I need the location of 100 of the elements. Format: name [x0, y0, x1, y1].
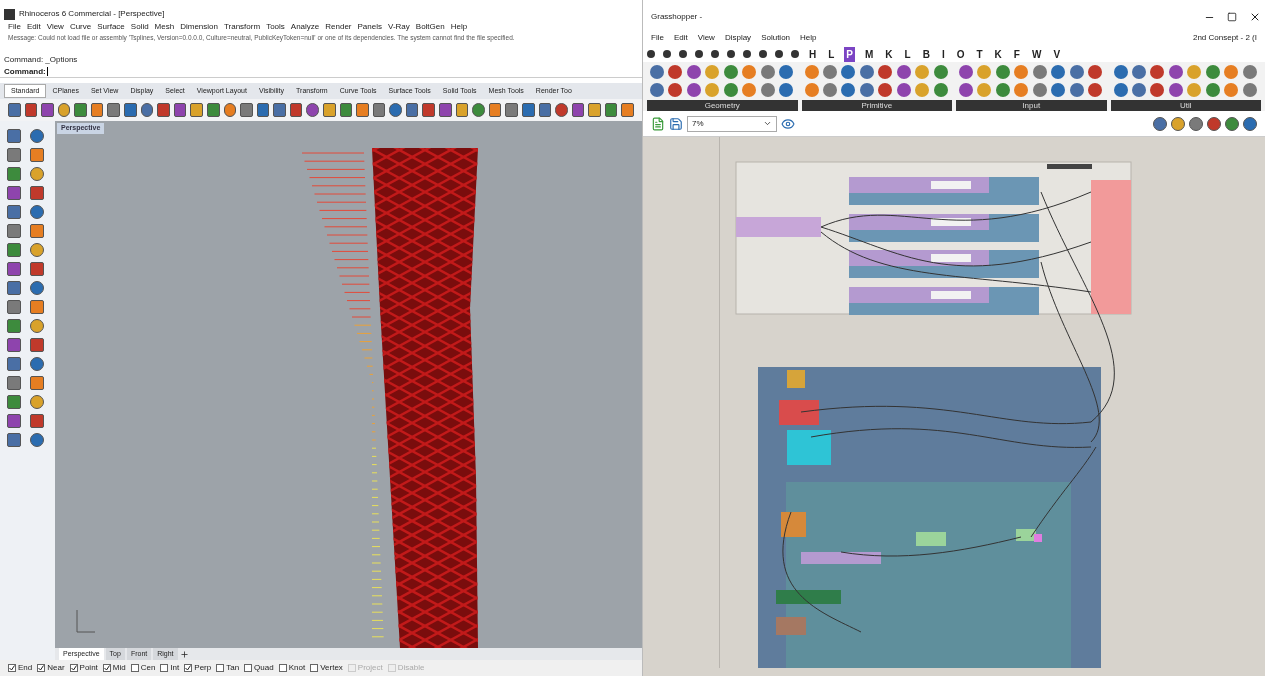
component-icon[interactable]: [1205, 65, 1220, 79]
component-icon[interactable]: [686, 82, 701, 97]
menu-item[interactable]: Mesh: [154, 21, 175, 33]
component-icon[interactable]: [841, 82, 856, 97]
component-icon[interactable]: [995, 82, 1010, 97]
menu-item[interactable]: Dimension: [180, 21, 218, 33]
toolbar-icon[interactable]: [521, 103, 535, 117]
component-tab[interactable]: H: [807, 46, 819, 62]
toolbar-icon[interactable]: [389, 103, 402, 117]
menu-item[interactable]: Edit: [26, 21, 41, 33]
osnap-checkbox[interactable]: Perp: [184, 662, 212, 674]
component-tab[interactable]: F: [1011, 46, 1022, 62]
toolbar-icon[interactable]: [29, 205, 44, 219]
toolbar-icon[interactable]: [29, 129, 44, 143]
component-icon[interactable]: [822, 82, 837, 97]
component-icon[interactable]: [723, 82, 738, 97]
component-icon[interactable]: [959, 65, 973, 79]
toolbar-icon[interactable]: [1171, 116, 1185, 131]
panel-group-label[interactable]: Util: [1110, 100, 1261, 111]
component-icon[interactable]: [933, 82, 948, 97]
menu-item[interactable]: Surface: [97, 21, 125, 33]
component-tab[interactable]: T: [974, 46, 985, 62]
component-icon[interactable]: [878, 65, 893, 79]
osnap-checkbox[interactable]: Mid: [102, 662, 126, 674]
component-icon[interactable]: [668, 82, 683, 97]
osnap-checkbox[interactable]: Vertex: [310, 662, 343, 674]
osnap-checkbox[interactable]: Int: [160, 662, 180, 674]
component-icon[interactable]: [760, 65, 775, 79]
toolbar-icon[interactable]: [24, 103, 38, 117]
toolbar-icon[interactable]: [1207, 116, 1221, 131]
toolbar-icon[interactable]: [173, 103, 187, 117]
component-icon[interactable]: [1168, 65, 1183, 79]
toolbar-icon[interactable]: [488, 103, 502, 117]
toolbar-icon[interactable]: [29, 186, 44, 200]
component-icon[interactable]: [668, 65, 683, 79]
menu-item[interactable]: Transform: [223, 21, 261, 33]
component-icon[interactable]: [1113, 82, 1128, 97]
toolbar-icon[interactable]: [29, 243, 44, 257]
component-icon[interactable]: [1150, 65, 1165, 79]
toolbar-icon[interactable]: [29, 433, 44, 447]
menu-item[interactable]: Display: [724, 32, 752, 44]
toolbar-icon[interactable]: [29, 338, 44, 352]
menu-item[interactable]: Help: [450, 21, 468, 33]
component-icon[interactable]: [760, 82, 775, 97]
component-icon[interactable]: [1051, 65, 1066, 79]
component-icon[interactable]: [1051, 82, 1066, 97]
component-icon[interactable]: [779, 82, 794, 97]
toolbar-icon[interactable]: [1153, 116, 1167, 131]
osnap-checkbox[interactable]: Knot: [278, 662, 306, 674]
zoom-field[interactable]: 7%: [687, 115, 777, 132]
component-node[interactable]: [787, 430, 831, 465]
toolbar-icon[interactable]: [29, 262, 44, 276]
component-icon[interactable]: [804, 65, 819, 79]
toolbar-icon[interactable]: [1225, 116, 1239, 131]
component-icon[interactable]: [822, 65, 837, 79]
toolbar-icon[interactable]: [223, 103, 237, 117]
panel-group-label[interactable]: Geometry: [647, 100, 798, 111]
component-tab[interactable]: L: [826, 46, 837, 62]
component-icon[interactable]: [859, 65, 874, 79]
toolbar-icon[interactable]: [323, 103, 336, 117]
toolbar-icon[interactable]: [240, 103, 253, 117]
toolbar-icon[interactable]: [29, 376, 44, 390]
menu-item[interactable]: Edit: [673, 32, 688, 44]
component-node[interactable]: [801, 552, 881, 564]
toolbar-icon[interactable]: [571, 103, 585, 117]
component-icon[interactable]: [1224, 82, 1239, 97]
toolbar-icon[interactable]: [505, 103, 518, 117]
toolbar-icon[interactable]: [455, 103, 469, 117]
component-node[interactable]: [916, 532, 946, 546]
toolbar-icon[interactable]: [57, 103, 71, 117]
component-icon[interactable]: [804, 82, 819, 97]
component-tab[interactable]: K: [883, 46, 895, 62]
component-cluster[interactable]: [849, 214, 1039, 242]
save-icon[interactable]: [669, 116, 683, 131]
component-icon[interactable]: [995, 65, 1010, 79]
panel-group-label[interactable]: Input: [956, 100, 1107, 111]
component-tab[interactable]: V: [1051, 46, 1063, 62]
component-node[interactable]: [781, 512, 806, 537]
toolbar-icon[interactable]: [356, 103, 369, 117]
menu-item[interactable]: V-Ray: [388, 21, 410, 33]
component-node[interactable]: [787, 370, 805, 388]
menu-item[interactable]: File: [651, 32, 664, 44]
toolbar-icon[interactable]: [29, 357, 44, 371]
component-tab[interactable]: P: [844, 46, 855, 62]
component-icon[interactable]: [1205, 82, 1220, 97]
eye-icon[interactable]: [781, 116, 795, 131]
component-icon[interactable]: [1168, 82, 1183, 97]
component-icon[interactable]: [1032, 65, 1047, 79]
component-tab[interactable]: K: [992, 46, 1004, 62]
osnap-checkbox[interactable]: Quad: [244, 662, 274, 674]
menu-item[interactable]: File: [8, 21, 21, 33]
document-icon[interactable]: [651, 116, 665, 131]
osnap-checkbox[interactable]: Cen: [130, 662, 156, 674]
menu-item[interactable]: Tools: [266, 21, 285, 33]
component-icon[interactable]: [1088, 82, 1103, 97]
component-icon[interactable]: [1032, 82, 1047, 97]
component-tab[interactable]: B: [920, 46, 932, 62]
toolbar-icon[interactable]: [256, 103, 270, 117]
menu-item[interactable]: Analyze: [290, 21, 320, 33]
toolbar-icon[interactable]: [472, 103, 485, 117]
